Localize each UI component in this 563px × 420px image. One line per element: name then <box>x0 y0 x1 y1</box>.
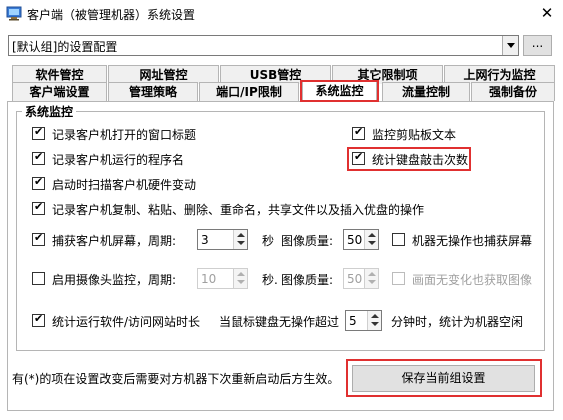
clipboard-label: 监控剪贴板文本 <box>372 128 457 142</box>
tab-client-settings[interactable]: 客户端设置 <box>12 82 107 101</box>
window-title: 客户端（被管理机器）系统设置 <box>27 8 196 22</box>
camera-quality-stepper: 50 <box>343 268 379 289</box>
idle-threshold-suffix: 分钟时，统计为机器空闲 <box>391 315 524 329</box>
camera-quality-value: 50 <box>347 272 363 286</box>
camera-label: 启用摄像头监控，周期: <box>52 273 177 287</box>
tab-management-policy[interactable]: 管理策略 <box>108 82 198 101</box>
hardware-scan-checkbox[interactable] <box>32 175 45 190</box>
group-select[interactable]: [默认组]的设置配置 <box>8 35 519 56</box>
screen-capture-unit: 秒 <box>262 234 275 248</box>
clipboard-checkbox[interactable] <box>352 125 365 140</box>
screen-quality-value: 50 <box>347 233 363 247</box>
camera-checkbox[interactable] <box>32 272 45 285</box>
window-title-checkbox[interactable] <box>32 125 45 140</box>
tab-port-ip-limit[interactable]: 端口/IP限制 <box>199 82 299 101</box>
idle-minutes-value: 5 <box>349 314 357 328</box>
group-more-button[interactable]: ... <box>523 35 552 56</box>
screen-capture-period-stepper[interactable]: 3 <box>197 229 248 250</box>
idle-threshold-prefix: 当鼠标键盘无操作超过 <box>219 315 340 329</box>
idle-capture-label: 机器无操作也捕获屏幕 <box>412 234 533 248</box>
spin-arrows-icon[interactable] <box>364 230 378 249</box>
usage-stats-label: 统计运行软件/访问网站时长 <box>52 315 201 329</box>
camera-period-stepper: 10 <box>197 268 248 289</box>
keystroke-highlight <box>347 147 471 171</box>
spin-arrows-icon <box>364 269 378 288</box>
close-icon: ✕ <box>540 4 554 22</box>
spin-arrows-icon[interactable] <box>367 311 381 330</box>
idle-capture-checkbox[interactable] <box>392 233 405 246</box>
chevron-down-icon[interactable] <box>502 36 518 55</box>
camera-period-value: 10 <box>201 272 217 286</box>
screen-capture-period-value: 3 <box>201 233 209 247</box>
program-name-label: 记录客户机运行的程序名 <box>52 153 185 167</box>
close-button[interactable]: ✕ <box>536 3 558 23</box>
active-tab-highlight <box>300 80 379 102</box>
groupbox-title: 系统监控 <box>22 103 77 120</box>
group-select-value: [默认组]的设置配置 <box>12 40 118 54</box>
idle-minutes-stepper[interactable]: 5 <box>345 310 382 331</box>
usage-stats-checkbox[interactable] <box>32 312 45 327</box>
screen-quality-label: 图像质量: <box>281 234 334 248</box>
nochange-capture-label: 画面无变化也获取图像 <box>412 273 533 287</box>
file-ops-label: 记录客户机复制、粘贴、删除、重命名，共享文件以及插入优盘的操作 <box>52 203 425 217</box>
screen-capture-checkbox[interactable] <box>32 231 45 246</box>
screen-capture-label: 捕获客户机屏幕，周期: <box>52 234 177 248</box>
window-title-label: 记录客户机打开的窗口标题 <box>52 128 197 142</box>
tab-traffic-control[interactable]: 流量控制 <box>382 82 470 101</box>
tab-forced-backup[interactable]: 强制备份 <box>471 82 555 101</box>
spin-arrows-icon <box>233 269 247 288</box>
camera-unit: 秒. <box>262 273 278 287</box>
hardware-scan-label: 启动时扫描客户机硬件变动 <box>52 178 197 192</box>
spin-arrows-icon[interactable] <box>233 230 247 249</box>
save-group-settings-button[interactable]: 保存当前组设置 <box>352 365 535 392</box>
screen-quality-stepper[interactable]: 50 <box>343 229 379 250</box>
camera-quality-label: 图像质量: <box>281 273 334 287</box>
file-ops-checkbox[interactable] <box>32 200 45 215</box>
restart-note: 有(*)的项在设置改变后需要对方机器下次重新启动后方生效。 <box>12 372 340 386</box>
nochange-capture-checkbox <box>392 272 405 285</box>
monitor-app-icon <box>6 6 22 21</box>
program-name-checkbox[interactable] <box>32 150 45 165</box>
